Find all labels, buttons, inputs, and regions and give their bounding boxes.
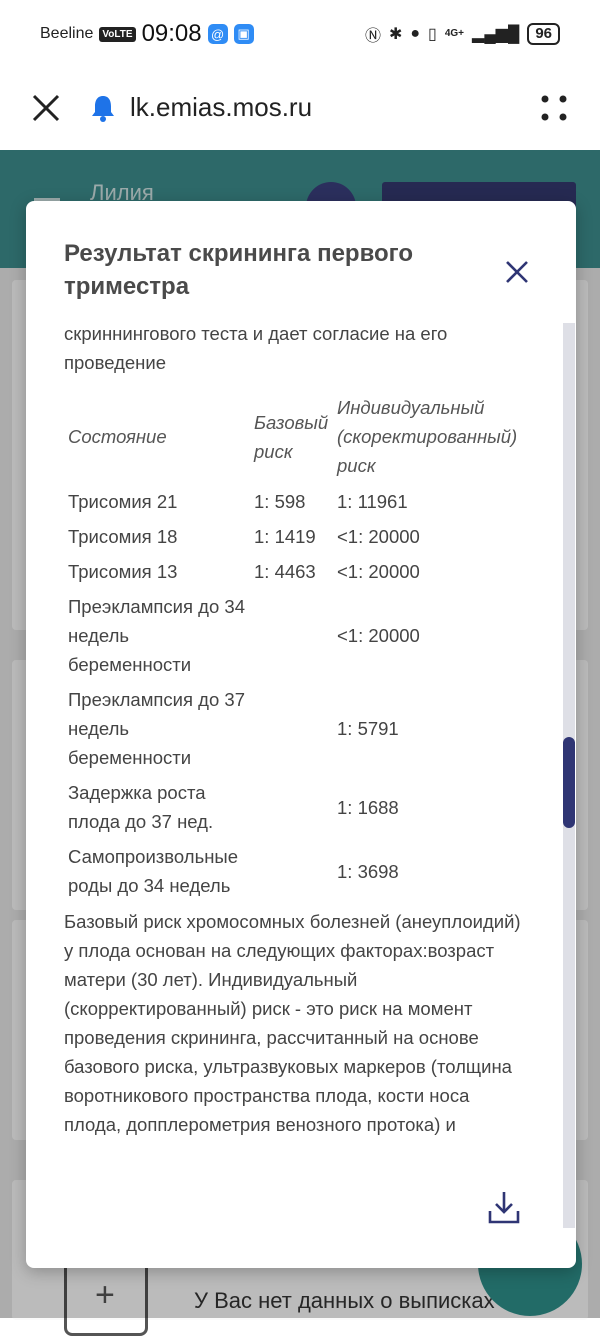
table-row: Преэклампсия до 34 недель беременности <… <box>68 589 524 682</box>
scrollbar-thumb[interactable] <box>563 737 575 828</box>
app-notification-icon: ▣ <box>233 24 254 44</box>
individual-risk-cell: <1: 20000 <box>337 625 420 646</box>
close-icon[interactable] <box>30 92 62 124</box>
browser-toolbar: lk.emias.mos.ru <box>0 68 600 150</box>
close-icon[interactable] <box>502 257 532 287</box>
individual-risk-cell: 1: 1688 <box>337 796 399 818</box>
condition-cell: Самопроизвольные роды до 34 недель <box>68 846 239 896</box>
dialog-content[interactable]: скриннингового теста и дает согласие на … <box>64 319 524 1164</box>
condition-cell: Трисомия 18 <box>68 526 178 547</box>
individual-risk-cell: 1: 5791 <box>337 718 399 739</box>
battery-indicator: 96 <box>527 23 560 45</box>
vibrate-icon: ▯ <box>428 26 437 43</box>
individual-risk-cell: 1: 3698 <box>337 860 399 882</box>
header-individual-risk: Индивидуальный (скоректированный) риск <box>337 397 518 476</box>
download-icon[interactable] <box>487 1189 521 1225</box>
condition-cell: Трисомия 13 <box>68 561 178 582</box>
intro-text: скриннингового теста и дает согласие на … <box>64 323 448 373</box>
url-field[interactable]: lk.emias.mos.ru <box>130 92 312 123</box>
base-risk-cell <box>254 682 337 775</box>
table-row: Задержка роста плода до 37 нед. 1: 1688 <box>68 775 524 839</box>
dots-menu-icon[interactable] <box>540 94 568 122</box>
table-row: Самопроизвольные роды до 34 недель 1: 36… <box>68 839 524 903</box>
table-row: Трисомия 18 1: 1419 <1: 20000 <box>68 519 524 554</box>
dialog-title: Результат скрининга первого триместра <box>64 240 414 300</box>
table-header-row: Состояние Базовый риск Индивидуальный (с… <box>68 389 524 484</box>
condition-cell: Трисомия 21 <box>68 491 178 512</box>
base-risk-cell: 1: 4463 <box>254 561 316 582</box>
status-bar: Beeline VoLTE 09:08 @ ▣ Ⓝ ✱ ● ▯ 4G+ ▂▄▆█… <box>0 0 600 68</box>
individual-risk-cell: 1: 11961 <box>337 491 408 512</box>
table-row: Трисомия 21 1: 598 1: 11961 <box>68 484 524 519</box>
risk-table: Состояние Базовый риск Индивидуальный (с… <box>68 389 524 903</box>
header-base-risk: Базовый риск <box>254 411 329 462</box>
screening-result-dialog: Результат скрининга первого триместра ск… <box>26 201 576 1268</box>
base-risk-cell <box>254 839 337 903</box>
volte-badge: VoLTE <box>99 26 136 42</box>
table-row: Преэклампсия до 37 недель беременности 1… <box>68 682 524 775</box>
clock: 09:08 <box>141 20 202 47</box>
location-icon: ● <box>410 25 421 42</box>
mail-app-icon: @ <box>207 24 228 44</box>
explanation-text: Базовый риск хромосомных болезней (анеуп… <box>64 911 521 1135</box>
table-row: Трисомия 13 1: 4463 <1: 20000 <box>68 554 524 589</box>
condition-cell: Преэклампсия до 34 недель беременности <box>68 596 245 675</box>
network-type: 4G+ <box>444 28 465 39</box>
base-risk-cell <box>254 775 337 839</box>
individual-risk-cell: <1: 20000 <box>337 526 420 547</box>
base-risk-cell: 1: 1419 <box>254 526 316 547</box>
signal-icon: ▂▄▆█ <box>472 26 520 43</box>
nfc-icon: Ⓝ <box>364 28 381 45</box>
condition-cell: Преэклампсия до 37 недель беременности <box>68 689 245 768</box>
individual-risk-cell: <1: 20000 <box>337 561 420 582</box>
condition-cell: Задержка роста плода до 37 нед. <box>68 782 214 832</box>
base-risk-cell <box>254 589 337 682</box>
base-risk-cell: 1: 598 <box>254 491 306 512</box>
header-condition: Состояние <box>68 426 167 447</box>
bell-icon[interactable] <box>90 94 116 122</box>
bluetooth-icon: ✱ <box>388 26 403 43</box>
carrier-name: Beeline <box>40 25 94 42</box>
